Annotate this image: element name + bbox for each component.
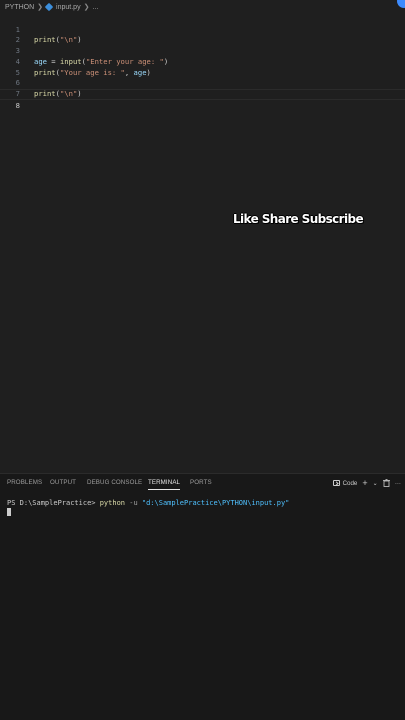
bottom-panel: PROBLEMS OUTPUT DEBUG CONSOLE TERMINAL P… <box>0 473 405 720</box>
chevron-down-icon[interactable]: ⌄ <box>373 480 378 487</box>
tab-problems[interactable]: PROBLEMS <box>7 479 42 486</box>
terminal-profile-button[interactable]: Code <box>332 479 358 487</box>
tab-debug-console[interactable]: DEBUG CONSOLE <box>87 479 142 486</box>
terminal-output[interactable]: PS D:\SamplePractice> python -u "d:\Samp… <box>7 499 289 507</box>
chevron-right-icon: ❯ <box>37 4 44 11</box>
python-file-icon <box>44 2 54 12</box>
terminal-icon <box>332 480 340 486</box>
terminal-prompt: PS D:\SamplePractice> <box>7 499 100 507</box>
breadcrumb-folder[interactable]: PYTHON <box>5 4 34 11</box>
code-line: 4 print("Your age is: ", age) <box>0 46 405 77</box>
breadcrumb: PYTHON ❯ input.py ❯ ... <box>0 0 405 14</box>
trash-icon[interactable] <box>382 479 390 487</box>
terminal-profile-label: Code <box>342 479 358 487</box>
breadcrumb-file[interactable]: input.py <box>56 4 81 11</box>
tab-terminal[interactable]: TERMINAL <box>148 479 181 490</box>
code-line: 3 age = input("Enter your age: ") <box>0 35 405 66</box>
chevron-right-icon: ❯ <box>83 4 90 11</box>
code-editor[interactable]: 1 print("\n") 2 3 age = input("Enter you… <box>0 14 405 472</box>
code-line: 1 print("\n") <box>0 14 405 45</box>
overlay-caption: Like Share Subscribe <box>233 212 364 226</box>
vscode-window: PYTHON ❯ input.py ❯ ... 1 print("\n") 2 … <box>0 0 405 720</box>
breadcrumb-more[interactable]: ... <box>92 4 98 11</box>
terminal-cursor <box>7 508 11 516</box>
terminal-path: "d:\SamplePractice\PYTHON\input.py" <box>141 499 290 507</box>
terminal-command: python <box>99 499 126 507</box>
tab-output[interactable]: OUTPUT <box>50 479 76 486</box>
code-line-current: 8 <box>0 88 405 110</box>
tab-ports[interactable]: PORTS <box>190 479 212 486</box>
terminal-flag: -u <box>125 499 142 507</box>
corner-indicator-icon <box>397 0 405 8</box>
code-line: 6 print("\n") <box>0 68 405 98</box>
panel-actions: Code + ⌄ ··· <box>328 478 401 488</box>
code-line: 7 <box>0 78 405 98</box>
line-number: 8 <box>15 100 20 110</box>
more-actions-icon[interactable]: ··· <box>395 480 401 487</box>
trash-icon-svg <box>382 479 390 487</box>
add-icon[interactable]: + <box>362 478 367 488</box>
code-line: 5 <box>0 57 405 77</box>
code-line: 2 <box>0 25 405 44</box>
